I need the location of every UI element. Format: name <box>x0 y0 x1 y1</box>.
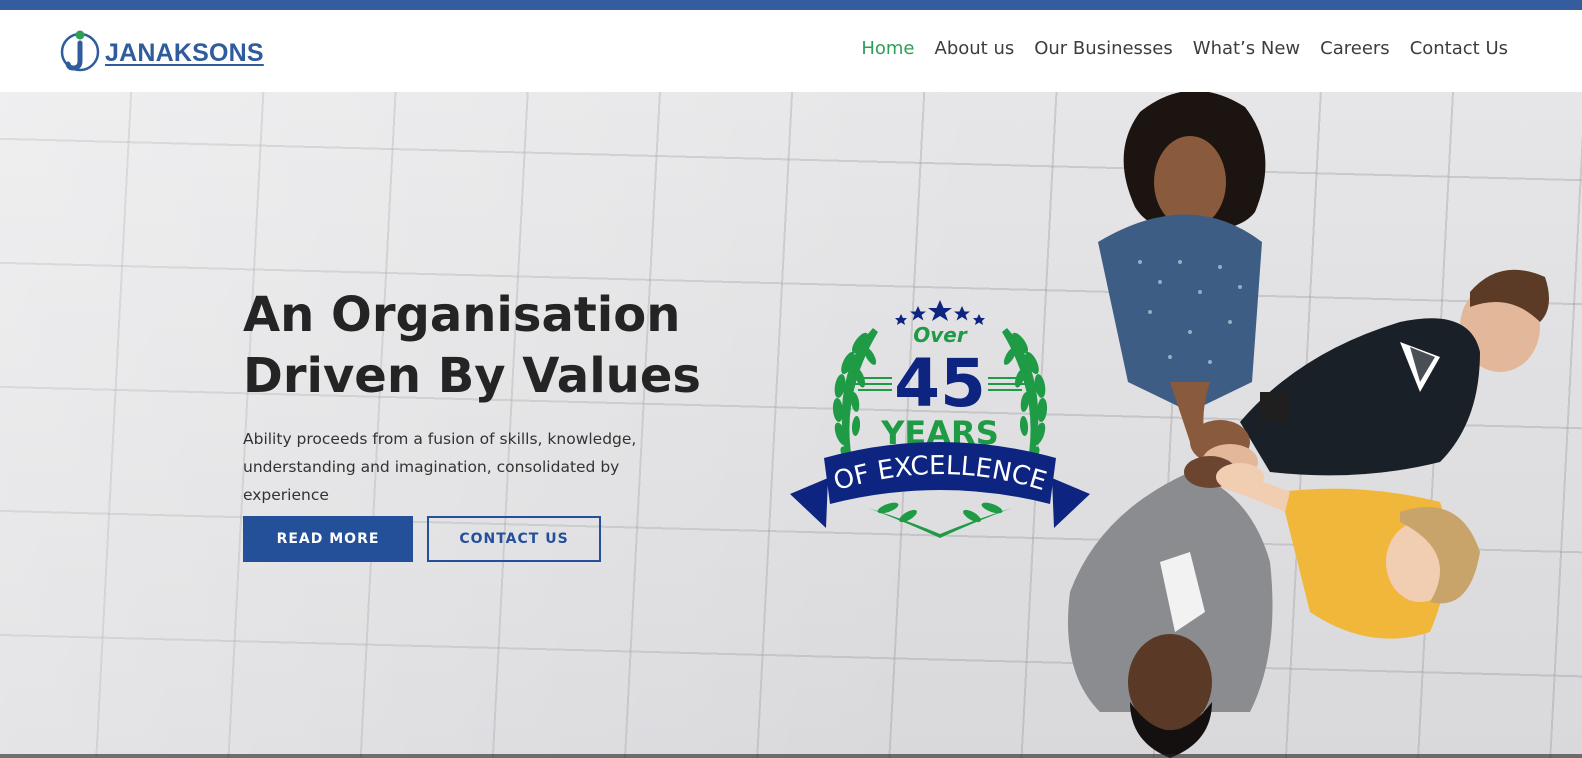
hero-title: An Organisation Driven By Values <box>243 285 763 407</box>
hero-title-line-2: Driven By Values <box>243 348 701 404</box>
brand-logo-link[interactable]: JANAKSONS <box>60 28 264 74</box>
hero-title-line-1: An Organisation <box>243 287 681 343</box>
person-bottom-man <box>1068 472 1273 758</box>
read-more-button[interactable]: READ MORE <box>243 516 413 562</box>
nav-careers[interactable]: Careers <box>1320 38 1390 59</box>
person-right-man <box>1240 269 1549 476</box>
top-accent-bar <box>0 0 1582 10</box>
nav-our-businesses[interactable]: Our Businesses <box>1034 38 1173 59</box>
main-navigation: Home About us Our Businesses What’s New … <box>861 38 1508 59</box>
team-hands-photo <box>1068 92 1549 758</box>
hero-subtitle: Ability proceeds from a fusion of skills… <box>243 430 637 504</box>
badge-over-text: Over <box>913 323 968 347</box>
nav-whats-new[interactable]: What’s New <box>1193 38 1300 59</box>
nav-about-us[interactable]: About us <box>935 38 1015 59</box>
badge-number: 45 <box>894 345 986 422</box>
janaksons-logo-icon <box>60 30 100 72</box>
hero-banner: An Organisation Driven By Values Ability… <box>0 92 1582 758</box>
nav-home[interactable]: Home <box>861 38 914 59</box>
person-top-woman <box>1098 92 1266 442</box>
brand-name: JANAKSONS <box>105 38 264 67</box>
contact-us-button[interactable]: CONTACT US <box>427 516 601 562</box>
nav-contact-us[interactable]: Contact Us <box>1410 38 1508 59</box>
site-header: JANAKSONS Home About us Our Businesses W… <box>0 10 1582 92</box>
stars-icon <box>895 300 985 325</box>
bottom-edge-line <box>0 754 1582 758</box>
